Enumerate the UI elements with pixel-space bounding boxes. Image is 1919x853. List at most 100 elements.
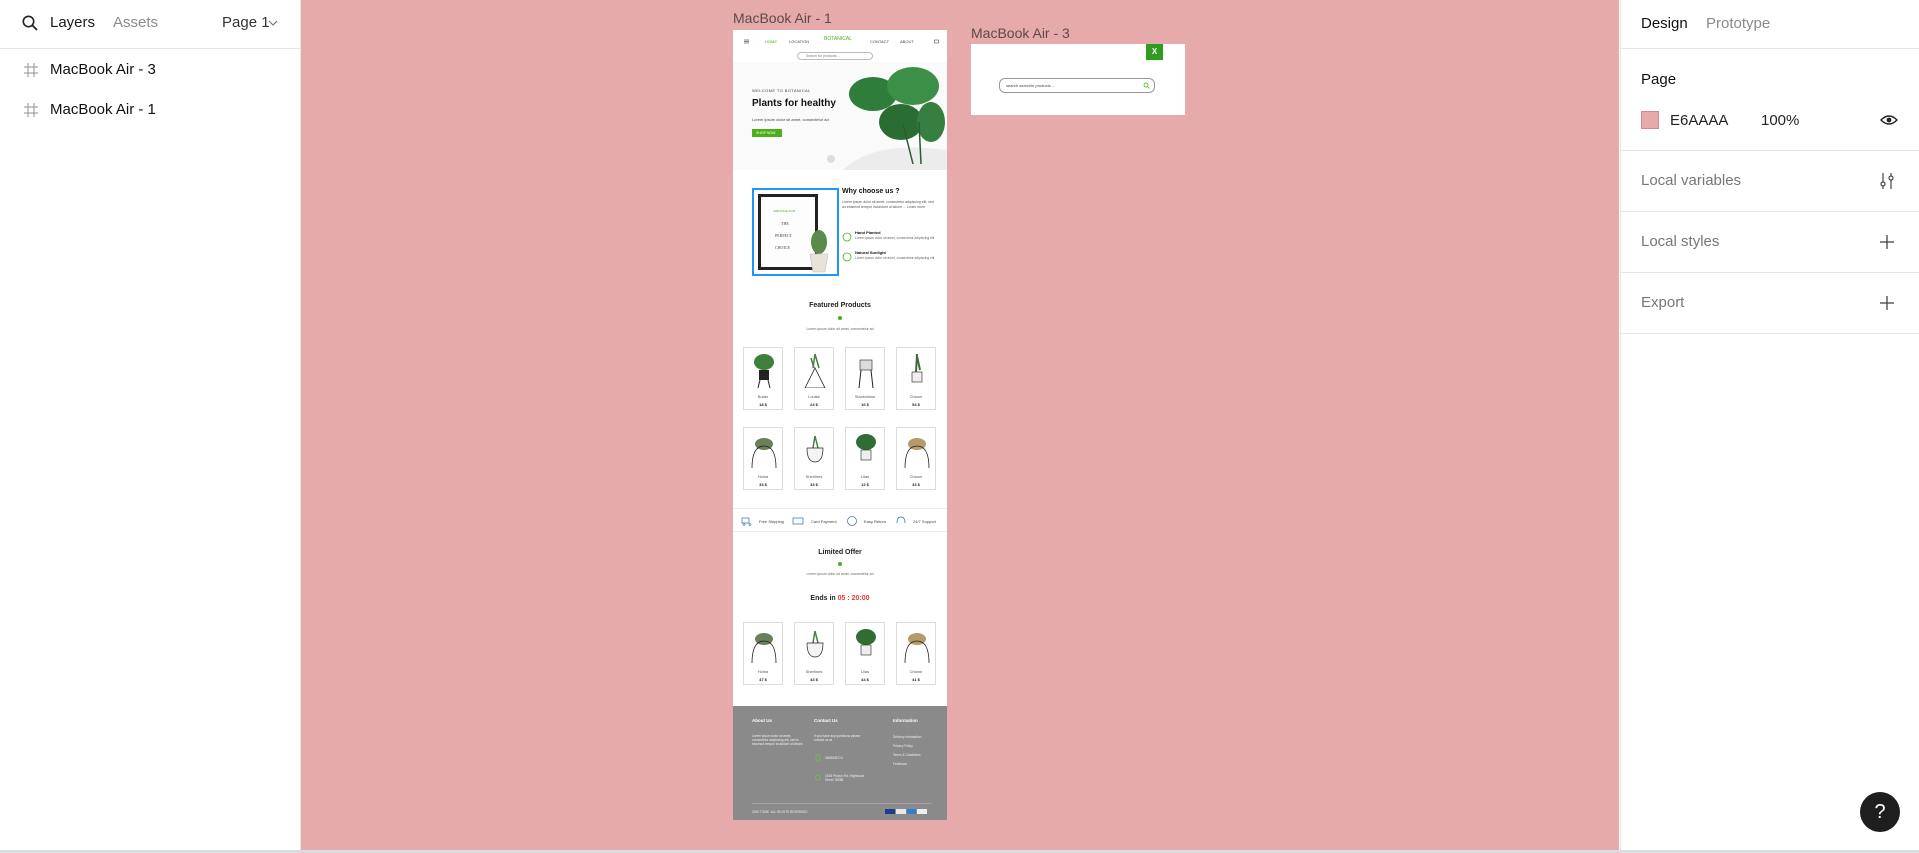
product-card: Holna 33 $ xyxy=(743,427,783,490)
layer-label: MacBook Air - 3 xyxy=(50,61,156,78)
product-card: Chione 54 $ xyxy=(896,347,936,410)
product-price: 44 $ xyxy=(861,677,869,682)
why-item-title: Hand Planted xyxy=(855,230,881,235)
why-text: Lorem ipsum dolor sit amet, consectetur … xyxy=(842,200,934,209)
frame-icon xyxy=(24,103,38,117)
hero-shop-label: SHOP NOW xyxy=(756,131,776,135)
plant-image xyxy=(858,359,874,388)
search-bar: Search for products ... xyxy=(797,52,873,60)
product-price: 33 $ xyxy=(810,482,818,487)
nav-about: ABOUT xyxy=(900,39,914,44)
help-button[interactable]: ? xyxy=(1860,792,1900,832)
leaf-icon xyxy=(842,232,852,242)
tab-design[interactable]: Design xyxy=(1641,15,1688,32)
frame-label-macbook-air-3[interactable]: MacBook Air - 3 xyxy=(971,25,1070,41)
hero-welcome: WELCOME TO BOTANICAL xyxy=(752,88,811,93)
page-color-swatch[interactable] xyxy=(1641,111,1659,129)
footer-link: Feedback xyxy=(893,762,907,766)
hero-dot xyxy=(827,155,835,163)
page-color-hex-input[interactable]: E6AAAA xyxy=(1670,112,1728,129)
hero-shop-button: SHOP NOW xyxy=(752,129,782,137)
countdown-time: 05 : 20:00 xyxy=(837,595,870,602)
properties-panel: Design Prototype Page E6AAAA 100% Local … xyxy=(1620,0,1919,853)
tab-assets[interactable]: Assets xyxy=(113,14,158,31)
tab-layers[interactable]: Layers xyxy=(50,14,95,31)
product-price: 47 $ xyxy=(759,677,767,682)
product-card: Stacevision 16 $ xyxy=(845,347,885,410)
product-name: Holna xyxy=(757,474,769,479)
plant-image xyxy=(904,633,930,663)
headset-icon xyxy=(896,516,906,524)
local-styles-label[interactable]: Local styles xyxy=(1641,233,1719,250)
eye-icon[interactable] xyxy=(1880,112,1898,128)
plant-image xyxy=(856,629,876,656)
layer-item-macbook-air-3[interactable]: MacBook Air - 3 xyxy=(0,54,300,86)
product-name: Louise xyxy=(808,394,820,399)
poster-line: ARRANGE FOR xyxy=(773,209,796,213)
limited-dot xyxy=(838,562,842,566)
sun-icon xyxy=(842,252,852,262)
product-name: Stacevision xyxy=(854,394,876,399)
feature-label: 24/7 Support xyxy=(913,519,936,524)
footer-divider xyxy=(752,803,932,804)
chevron-down-icon[interactable] xyxy=(268,19,278,27)
hero-title: Plants for healthy xyxy=(752,98,836,109)
footer-link: Delivery Information xyxy=(893,735,922,739)
plus-icon[interactable] xyxy=(1877,232,1897,252)
product-price: 18 $ xyxy=(759,402,767,407)
design-canvas[interactable]: MacBook Air - 1 MacBook Air - 3 xyxy=(301,0,1619,850)
plant-image xyxy=(751,633,777,663)
product-price: 33 $ xyxy=(759,482,767,487)
visa-icon xyxy=(885,809,895,814)
location-icon xyxy=(815,774,821,781)
properties-panel-header: Design Prototype xyxy=(1621,0,1919,49)
search-icon[interactable] xyxy=(21,14,39,32)
plant-image xyxy=(806,435,824,463)
search-placeholder: Search for products ... xyxy=(806,54,841,58)
page-section-title: Page xyxy=(1641,71,1677,88)
nav-home: HOME xyxy=(765,39,777,44)
footer-info-title: Information xyxy=(893,718,918,723)
countdown-label: Ends in xyxy=(810,595,836,602)
featured-title: Featured Products xyxy=(809,302,871,309)
monstera-plant-image xyxy=(849,67,945,164)
export-label[interactable]: Export xyxy=(1641,294,1684,311)
product-card: Louise 24 $ xyxy=(794,347,834,410)
product-card: Sherlines 33 $ xyxy=(794,427,834,490)
limited-sub: Lorem ipsum dolor sit amet, consectetur … xyxy=(806,572,874,576)
frame-macbook-air-1[interactable]: HOME LOCATION BOTANICAL CONTACT ABOUT Se… xyxy=(733,30,947,820)
plus-icon[interactable] xyxy=(1877,293,1897,313)
layers-panel: Layers Assets Page 1 MacBook Air - 3 Mac… xyxy=(0,0,301,853)
page-selector[interactable]: Page 1 xyxy=(222,14,270,31)
tab-prototype[interactable]: Prototype xyxy=(1706,15,1770,32)
poster-line: PERFECT xyxy=(775,233,793,238)
feature-label: Easy Return xyxy=(864,519,887,524)
footer-contact-text: If you have any questions please contact… xyxy=(814,734,861,742)
feature-label: Card Payment xyxy=(811,519,837,524)
featured-dot xyxy=(838,316,842,320)
poster-line: THE xyxy=(781,221,789,226)
plant-image xyxy=(856,434,876,461)
cactus-pot-image xyxy=(809,230,829,273)
product-price: 54 $ xyxy=(912,402,920,407)
layer-item-macbook-air-1[interactable]: MacBook Air - 1 xyxy=(0,94,300,126)
phone-icon xyxy=(815,754,821,762)
footer-about-text: Lorem ipsum dolor sit amet, consectetur … xyxy=(752,734,804,746)
plant-image xyxy=(751,438,777,468)
featured-sub: Lorem ipsum dolor sit amet, consectetur … xyxy=(806,327,874,331)
popup-search-placeholder: search searchin products ... xyxy=(1006,83,1056,88)
footer-about-title: About Us xyxy=(752,718,772,723)
frame-label-macbook-air-1[interactable]: MacBook Air - 1 xyxy=(733,10,832,26)
search-icon xyxy=(1143,82,1150,89)
page-opacity-input[interactable]: 100% xyxy=(1761,112,1799,129)
hero-text: Lorem ipsum dolor sit amet, consectetur … xyxy=(752,117,829,122)
variables-icon[interactable] xyxy=(1877,171,1897,191)
plant-image xyxy=(804,353,826,388)
limited-title: Limited Offer xyxy=(818,549,862,556)
nav-logo: BOTANICAL xyxy=(824,36,852,42)
popup-search-bar: search searchin products ... xyxy=(999,78,1155,93)
frame-macbook-air-3[interactable]: X search searchin products ... xyxy=(971,44,1185,115)
product-card: Holna 47 $ xyxy=(743,622,783,685)
product-name: Chione xyxy=(909,669,923,674)
local-variables-label[interactable]: Local variables xyxy=(1641,172,1741,189)
